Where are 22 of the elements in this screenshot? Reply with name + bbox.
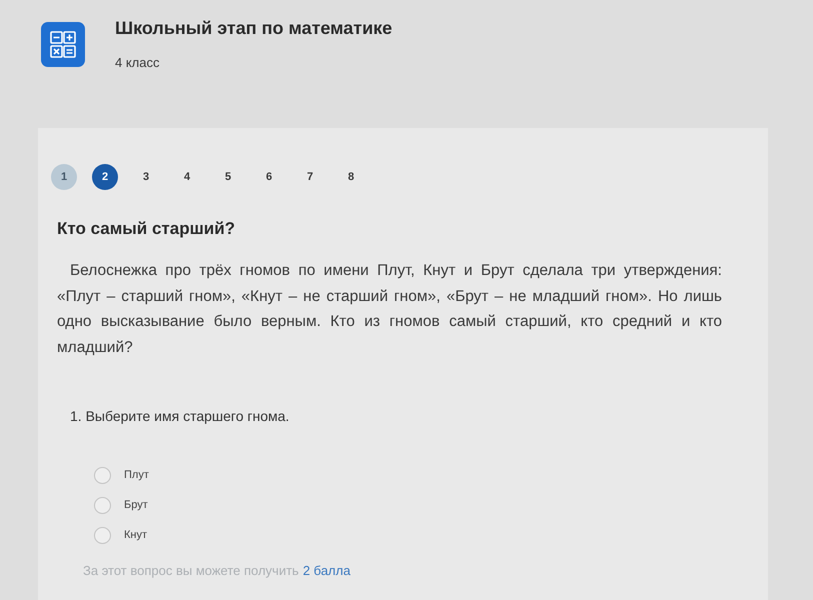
radio-button[interactable] (94, 526, 111, 544)
option-label[interactable]: Кнут (124, 529, 148, 541)
question-number-tab[interactable]: 2 (92, 164, 118, 190)
question-number-tab[interactable]: 8 (338, 164, 364, 190)
question-number-tab[interactable]: 4 (174, 164, 200, 190)
question-number-tab[interactable]: 6 (256, 164, 282, 190)
subquestion-prompt: 1. Выберите имя старшего гнома. (70, 407, 290, 426)
question-title: Кто самый старший? (57, 218, 236, 240)
question-number-tab[interactable]: 7 (297, 164, 323, 190)
grade-label: 4 класс (115, 55, 160, 71)
calculator-icon (41, 22, 85, 67)
points-note: За этот вопрос вы можете получить (83, 562, 299, 580)
option-label[interactable]: Плут (124, 469, 149, 481)
question-text: Белоснежка про трёх гномов по имени Плут, Кнут и Брут сделала три утверждения: «Плут – старший гном», «Кнут – не старший гном», «Брут – не младший гном». Но лишь одно высказывание было верным. Кто из гномов самый старший, кто средний и кто младший? (57, 261, 722, 358)
radio-button[interactable] (94, 496, 111, 514)
question-number-tab[interactable]: 5 (215, 164, 241, 190)
question-number-tab[interactable]: 1 (51, 164, 77, 190)
radio-button[interactable] (94, 466, 111, 484)
question-number-tab[interactable]: 3 (133, 164, 159, 190)
option-label[interactable]: Брут (124, 499, 148, 511)
points-value: 2 балла (302, 562, 350, 580)
page-title: Школьный этап по математике (115, 20, 392, 36)
